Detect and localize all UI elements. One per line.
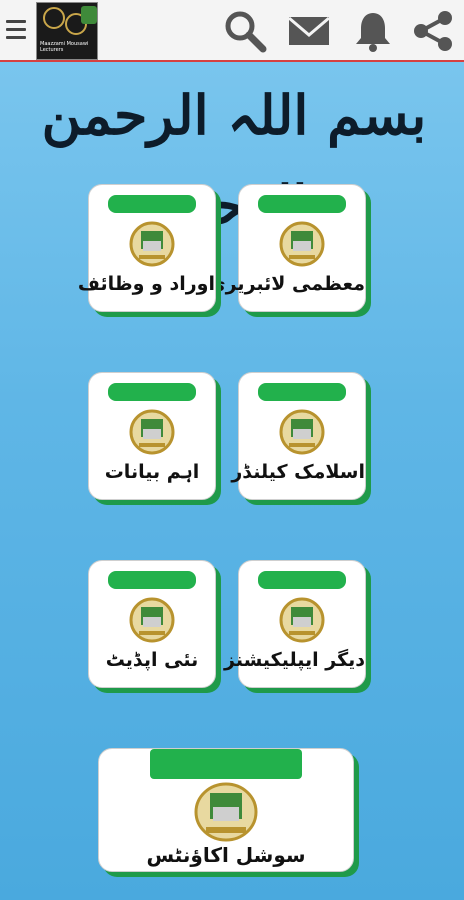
tile-header-bar (108, 195, 196, 213)
tile-important-statements[interactable]: اہم بیانات (88, 372, 216, 500)
tile-header-bar (108, 571, 196, 589)
top-app-bar: Maazzami Mousawi Lecturers (0, 0, 464, 62)
tile-header-bar (108, 383, 196, 401)
app-logo-text: Maazzami Mousawi Lecturers (40, 41, 89, 53)
tile-label: معظمی لائبریری (208, 273, 365, 295)
emblem-icon (279, 409, 325, 455)
emblem-icon (192, 781, 260, 843)
tile-label: سوشل اکاؤنٹس (146, 843, 306, 867)
tile-label: اسلامک کیلنڈر (231, 461, 365, 483)
search-icon[interactable] (222, 8, 268, 54)
tile-header-bar (258, 195, 346, 213)
tile-library[interactable]: معظمی لائبریری (208, 184, 366, 312)
tile-other-applications[interactable]: دیگر ایپلیکیشنز (224, 560, 366, 688)
tile-label: اوراد و وظائف (77, 273, 215, 295)
emblem-icon (129, 409, 175, 455)
tile-header-bar (150, 749, 302, 779)
emblem-icon (279, 221, 325, 267)
bismillah-calligraphy: بسم اللہ الرحمن الرحیم (41, 83, 427, 237)
tile-header-bar (258, 571, 346, 589)
app-logo: Maazzami Mousawi Lecturers (36, 2, 98, 60)
share-icon[interactable] (410, 8, 456, 54)
tile-label: نئی اپڈیٹ (105, 649, 199, 671)
emblem-icon (279, 597, 325, 643)
mail-icon[interactable] (286, 8, 332, 54)
tile-new-update[interactable]: نئی اپڈیٹ (88, 560, 216, 688)
tile-islamic-calendar[interactable]: اسلامک کیلنڈر (231, 372, 366, 500)
menu-icon[interactable] (6, 20, 26, 42)
tile-awrad[interactable]: اوراد و وظائف (77, 184, 216, 312)
tile-header-bar (258, 383, 346, 401)
bell-icon[interactable] (350, 8, 396, 54)
emblem-icon (129, 221, 175, 267)
tile-label: اہم بیانات (104, 461, 200, 483)
emblem-icon (129, 597, 175, 643)
tile-social-accounts[interactable]: سوشل اکاؤنٹس (98, 748, 354, 872)
tile-label: دیگر ایپلیکیشنز (224, 649, 365, 671)
